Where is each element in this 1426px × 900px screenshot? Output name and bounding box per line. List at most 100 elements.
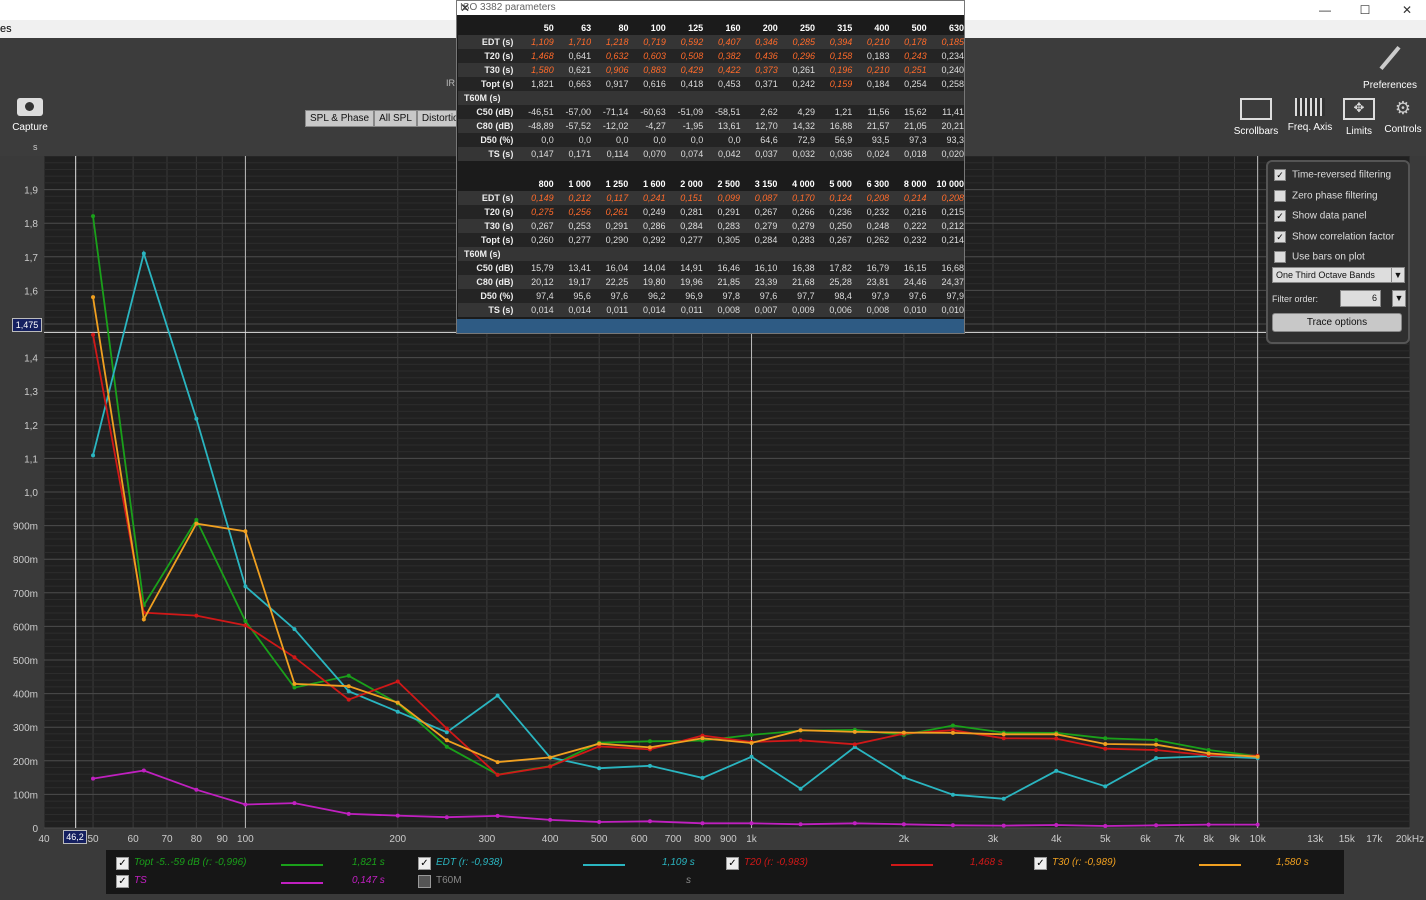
data-point-ts [700,821,705,826]
legend-checkbox[interactable]: ✓ [116,875,129,888]
controls-panel: ✓ Time-reversed filtering Zero phase filte… [1266,160,1410,344]
legend-checkbox[interactable] [418,875,431,888]
data-point-t30 [243,529,248,534]
param-value: 19,96 [665,275,703,289]
data-point-edt [1103,784,1108,789]
data-point-topt [194,517,199,522]
preferences-button[interactable]: Preferences [1358,44,1422,91]
data-point-t20 [1103,746,1108,751]
param-value: 0,236 [814,205,852,219]
scrollbars-button[interactable]: Scrollbars [1232,98,1280,137]
data-point-ts [1154,823,1159,828]
filter-order-arrow[interactable]: ▼ [1392,290,1406,307]
param-value: 17,82 [814,261,852,275]
data-point-edt [950,792,955,797]
param-value: 0,170 [777,191,815,205]
freq-header: 400 [874,23,890,33]
param-value: 56,9 [815,133,853,147]
param-value: 0,632 [591,49,629,63]
param-value: 0,917 [591,77,629,91]
close-window-button[interactable]: ✕ [1392,2,1422,18]
band-select-arrow[interactable]: ▼ [1391,267,1405,283]
minimize-button[interactable]: — [1310,2,1340,18]
param-value: 0,254 [889,77,927,91]
param-value [851,247,890,261]
legend-checkbox[interactable]: ✓ [1034,857,1047,870]
param-value: -71,14 [591,105,629,119]
legend-checkbox[interactable]: ✓ [726,857,739,870]
arrows-icon: ✥ [1343,98,1375,120]
band-select[interactable]: One Third Octave Bands [1272,267,1395,283]
option-show-correlation-factor[interactable]: ✓ Show correlation factor [1274,230,1394,243]
x-tick-label: 20kHz [1396,834,1424,845]
tab-all-spl[interactable]: All SPL [374,110,417,127]
x-tick-label: 4k [1051,834,1063,845]
cursor-y-readout: 1,475 [12,318,42,332]
param-value: 0,719 [628,35,666,49]
band-select-value: One Third Octave Bands [1276,270,1375,280]
data-point-t30 [1103,742,1108,746]
option-zero-phase-filtering[interactable]: Zero phase filtering [1274,189,1378,202]
maximize-button[interactable]: ☐ [1350,2,1380,18]
legend-checkbox[interactable]: ✓ [418,857,431,870]
iso-parameters-window[interactable]: ISO 3382 parameters ✕ 50 63 80 100 125 160 200… [456,0,965,334]
param-value: 0,006 [814,303,852,317]
param-label: T30 (s) [458,219,517,233]
data-point-t20 [1054,736,1059,741]
legend-checkbox[interactable]: ✓ [116,857,129,870]
checkbox[interactable]: ✓ [1274,169,1286,181]
legend-swatch [1199,864,1241,866]
param-value [777,91,816,105]
data-point-ts [194,787,199,792]
param-value: 0,253 [553,219,591,233]
param-value: 0,124 [814,191,852,205]
tab-spl-phase[interactable]: SPL & Phase [305,110,375,127]
data-point-topt [1154,737,1159,742]
legend-swatch [281,882,323,884]
option-use-bars-on-plot[interactable]: Use bars on plot [1274,251,1365,263]
checkbox[interactable]: ✓ [1274,230,1286,243]
x-tick-label: 50 [87,834,99,845]
option-show-data-panel[interactable]: ✓ Show data panel [1274,210,1367,222]
data-point-topt [444,744,449,749]
data-point-ts [1001,823,1006,828]
param-value: 0,009 [777,303,815,317]
filter-order-input[interactable]: 6 [1340,290,1381,307]
freq-header: 5 000 [829,179,852,189]
freq-header: 1 600 [642,179,666,189]
param-label: C80 (dB) [458,275,517,289]
freq-axis-icon [1295,98,1325,116]
capture-button[interactable]: Capture [10,98,50,133]
data-point-t30 [700,736,705,741]
param-value: 0,603 [628,49,666,63]
data-point-ts [346,811,351,816]
param-value: 19,80 [628,275,666,289]
param-row: T20 (s) 1,468 0,641 0,632 0,603 0,508 0,382 0,4… [458,49,964,63]
param-value: 93,5 [852,133,890,147]
checkbox[interactable]: ✓ [1274,210,1286,222]
y-tick-label: 1,4 [24,354,38,365]
param-value: 16,88 [815,119,853,133]
checkbox[interactable] [1274,251,1286,263]
checkbox[interactable] [1274,189,1286,202]
data-point-t30 [950,730,955,735]
x-tick-label: 3k [988,834,1000,845]
data-point-ts [798,822,803,827]
menu-fragment[interactable]: es [0,23,12,35]
param-value: 0,250 [814,219,852,233]
x-tick-label: 80 [191,834,203,845]
param-value: 2,62 [740,105,778,119]
trace-options-button[interactable]: Trace options [1272,313,1402,332]
limits-label: Limits [1345,126,1373,137]
param-value: 1,218 [591,35,629,49]
option-time-reversed-filtering[interactable]: ✓ Time-reversed filtering [1274,169,1391,181]
close-icon[interactable]: ✕ [460,1,959,15]
wrench-icon [1379,45,1401,71]
series-line-t20 [92,334,1258,776]
data-point-t30 [647,745,652,750]
freq-axis-button[interactable]: Freq. Axis [1286,98,1334,133]
limits-button[interactable]: ✥ Limits [1340,98,1378,137]
controls-button[interactable]: ⚙ Controls [1384,98,1422,135]
legend-value: 0,147 s [352,875,385,886]
param-value: 0,008 [851,303,890,317]
